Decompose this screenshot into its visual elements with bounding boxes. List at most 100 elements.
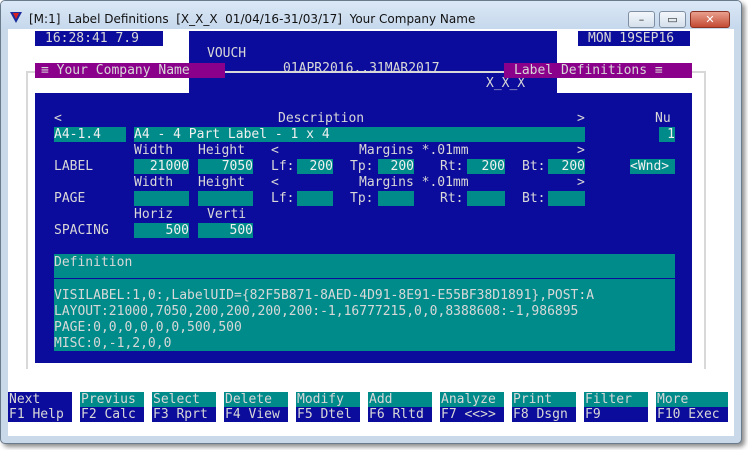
- fkey-previous[interactable]: Previus F2 Calc: [80, 392, 144, 422]
- title-bar: [M:1] Label Definitions [X_X_X 01/04/16-…: [1, 1, 741, 29]
- fkey-modify[interactable]: Modify F5 Dtel: [296, 392, 360, 422]
- wnd-button[interactable]: <Wnd>: [630, 159, 675, 174]
- label-bottom-margin-field[interactable]: 200: [548, 159, 585, 174]
- minimize-button[interactable]: –: [628, 11, 655, 28]
- terminal-screen: 16:28:41 7.9 VOUCH 01APR2016..31MAR2017 …: [8, 29, 734, 436]
- definition-heading: Definition: [54, 255, 133, 270]
- fkey-action: Analyze: [440, 392, 504, 407]
- screen-title-tab[interactable]: Label Definitions ≡: [504, 63, 692, 78]
- definition-line: VISILABEL:1,0:,LabelUID={82F5B871-8AED-4…: [54, 288, 595, 303]
- fkey-label: F4 View: [224, 407, 288, 422]
- current-date: MON 19SEP16: [578, 31, 690, 46]
- definition-text-area[interactable]: VISILABEL:1,0:,LabelUID={82F5B871-8AED-4…: [54, 279, 675, 351]
- fkey-next[interactable]: Next F1 Help: [8, 392, 72, 422]
- fkey-action: Print: [512, 392, 576, 407]
- financial-period: 01APR2016..31MAR2017: [283, 61, 440, 76]
- page-right-margin-field[interactable]: [467, 191, 505, 206]
- panel-frame-left: [26, 71, 28, 369]
- number-column-header: Nu: [655, 111, 671, 126]
- label-width-field[interactable]: 21000: [134, 159, 189, 174]
- fkey-label: F9: [584, 407, 648, 422]
- fkey-action: Previus: [80, 392, 144, 407]
- fkey-action: Modify: [296, 392, 360, 407]
- fkey-label: F10 Exec: [656, 407, 728, 422]
- definition-line: MISC:0,-1,2,0,0: [54, 336, 172, 351]
- label-right-margin-field[interactable]: 200: [467, 159, 505, 174]
- page-bt-caption: Bt:: [522, 191, 546, 206]
- window-title: [M:1] Label Definitions [X_X_X 01/04/16-…: [29, 12, 476, 26]
- page-width-header: Width: [134, 175, 174, 190]
- scroll-left-arrow[interactable]: <: [54, 111, 62, 126]
- fkey-action: More: [656, 392, 728, 407]
- fkey-delete[interactable]: Delete F4 View: [224, 392, 288, 422]
- fkey-action: Select: [152, 392, 216, 407]
- company-code: X_X_X: [486, 76, 526, 91]
- close-button[interactable]: ✕: [690, 11, 730, 28]
- label-definition-panel: < Description > Nu A4-1.4 A4 - 4 Part La…: [35, 93, 692, 363]
- maximize-button[interactable]: ▭: [659, 11, 686, 28]
- label-number-field[interactable]: 1: [659, 127, 675, 142]
- label-rt-caption: Rt:: [440, 159, 464, 174]
- application-window: [M:1] Label Definitions [X_X_X 01/04/16-…: [0, 0, 742, 444]
- spacing-horiz-header: Horiz: [134, 207, 174, 222]
- fkey-label: F8 Dsgn: [512, 407, 576, 422]
- page-top-margin-field[interactable]: [378, 191, 414, 206]
- page-rt-caption: Rt:: [440, 191, 464, 206]
- page-lf-caption: Lf:: [271, 191, 295, 206]
- label-margins-right-arrow[interactable]: >: [577, 143, 585, 158]
- label-lf-caption: Lf:: [271, 159, 295, 174]
- fkey-action: Next: [8, 392, 72, 407]
- fkey-add[interactable]: Add F6 Rltd: [368, 392, 432, 422]
- page-bottom-margin-field[interactable]: [548, 191, 585, 206]
- page-left-margin-field[interactable]: [297, 191, 333, 206]
- page-tp-caption: Tp:: [350, 191, 374, 206]
- page-height-header: Height: [198, 175, 245, 190]
- fkey-filter[interactable]: Filter F9: [584, 392, 648, 422]
- label-bt-caption: Bt:: [522, 159, 546, 174]
- app-logo-icon: [10, 12, 22, 23]
- fkey-select[interactable]: Select F3 Rprt: [152, 392, 216, 422]
- label-height-field[interactable]: 7050: [198, 159, 253, 174]
- definition-line: LAYOUT:21000,7050,200,200,200,200:-1,167…: [54, 304, 579, 319]
- label-code-field[interactable]: A4-1.4: [54, 127, 126, 142]
- fkey-more[interactable]: More F10 Exec: [656, 392, 728, 422]
- module-name: VOUCH: [207, 46, 247, 61]
- company-name-tab[interactable]: ≡ Your Company Name: [35, 63, 225, 78]
- fkey-action: Filter: [584, 392, 648, 407]
- spacing-row-title: SPACING: [54, 223, 109, 238]
- clock-readout: 16:28:41 7.9: [35, 31, 163, 46]
- fkey-label: F6 Rltd: [368, 407, 432, 422]
- fkey-label: F7 <<>>: [440, 407, 504, 422]
- fkey-action: Add: [368, 392, 432, 407]
- label-margins-header: Margins *.01mm: [359, 143, 469, 158]
- label-description-field[interactable]: A4 - 4 Part Label - 1 x 4: [134, 127, 585, 142]
- label-margins-left-arrow[interactable]: <: [271, 143, 279, 158]
- page-margins-left-arrow[interactable]: <: [271, 175, 279, 190]
- fkey-label: F1 Help: [8, 407, 72, 422]
- spacing-vertical-field[interactable]: 500: [198, 223, 253, 238]
- fkey-label: F5 Dtel: [296, 407, 360, 422]
- description-column-header: Description: [278, 111, 365, 126]
- page-row-title: PAGE: [54, 191, 86, 206]
- spacing-verti-header: Verti: [207, 207, 247, 222]
- label-row-title: LABEL: [54, 159, 94, 174]
- page-margins-right-arrow[interactable]: >: [577, 175, 585, 190]
- definition-line: PAGE:0,0,0,0,0,0,500,500: [54, 320, 242, 335]
- fkey-action: Delete: [224, 392, 288, 407]
- page-width-field[interactable]: [134, 191, 189, 206]
- label-tp-caption: Tp:: [350, 159, 374, 174]
- spacing-horizontal-field[interactable]: 500: [134, 223, 189, 238]
- fkey-label: F3 Rprt: [152, 407, 216, 422]
- panel-frame-right: [704, 71, 706, 369]
- fkey-label: F2 Calc: [80, 407, 144, 422]
- label-top-margin-field[interactable]: 200: [378, 159, 414, 174]
- fkey-analyze[interactable]: Analyze F7 <<>>: [440, 392, 504, 422]
- label-width-header: Width: [134, 143, 174, 158]
- label-left-margin-field[interactable]: 200: [297, 159, 333, 174]
- scroll-right-arrow[interactable]: >: [577, 111, 585, 126]
- page-height-field[interactable]: [198, 191, 253, 206]
- page-margins-header: Margins *.01mm: [359, 175, 469, 190]
- definition-header: Definition: [54, 254, 675, 278]
- fkey-print[interactable]: Print F8 Dsgn: [512, 392, 576, 422]
- label-height-header: Height: [198, 143, 245, 158]
